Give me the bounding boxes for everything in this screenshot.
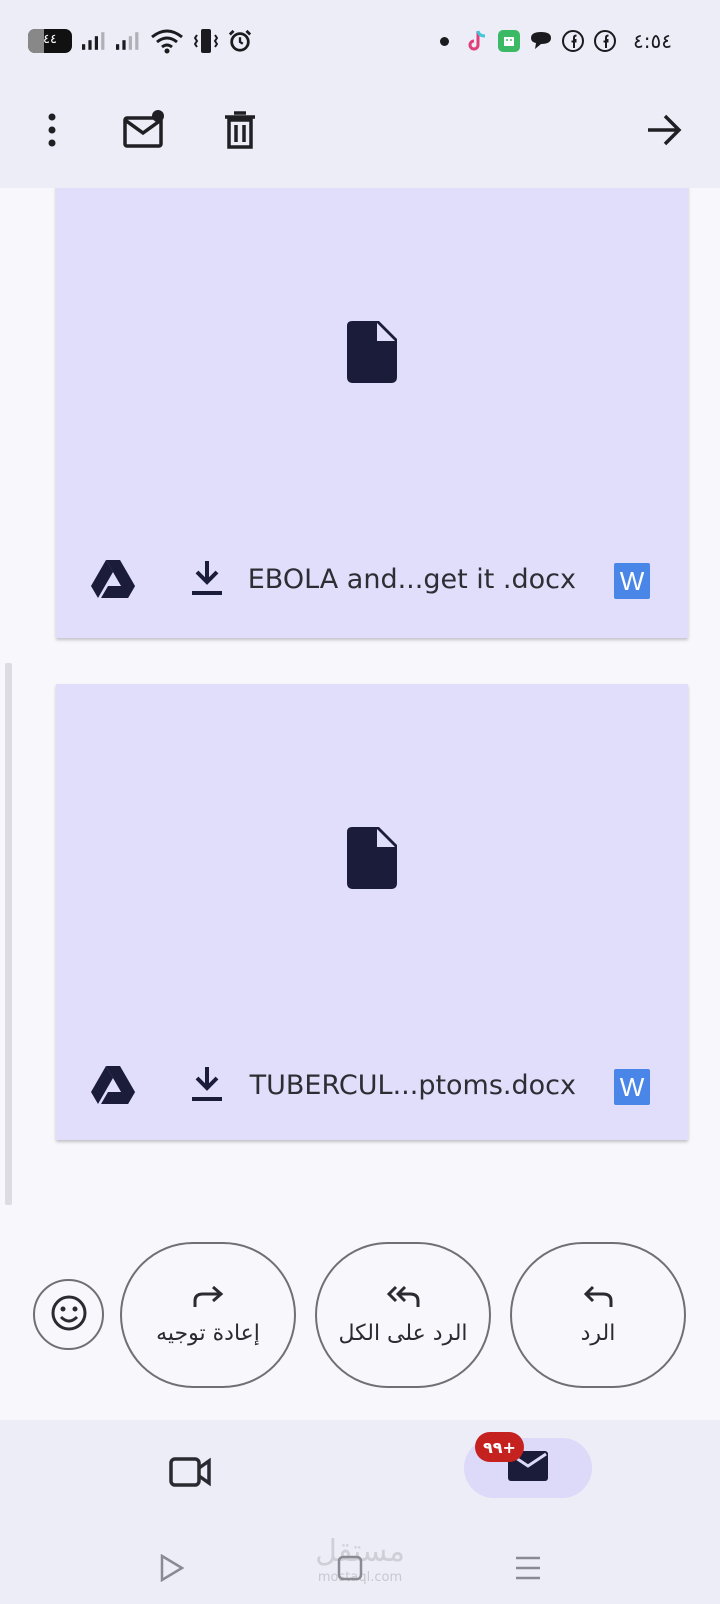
- forward-icon: [192, 1285, 224, 1313]
- delete-icon: [222, 110, 258, 154]
- system-recents-button[interactable]: [508, 1550, 548, 1590]
- drive-icon: [91, 560, 135, 602]
- drive-icon: [91, 1066, 135, 1108]
- shop-icon: [497, 29, 521, 53]
- battery-icon: ٤٤: [28, 29, 72, 53]
- alarm-icon: [228, 29, 252, 53]
- menu-lines-icon: [514, 1555, 542, 1585]
- reply-all-button[interactable]: الرد على الكل: [315, 1242, 491, 1388]
- status-bar: ٤٤ ٤:٥٤: [0, 0, 720, 82]
- emoji-reaction-button[interactable]: [33, 1279, 104, 1350]
- status-left: ٤٤: [28, 24, 252, 58]
- wifi-icon: [150, 29, 184, 54]
- signal-icon: [82, 29, 106, 53]
- file-icon: [347, 321, 397, 383]
- video-camera-icon: [169, 1456, 211, 1492]
- facebook-icon: [593, 29, 617, 53]
- reply-all-label: الرد على الكل: [338, 1320, 468, 1346]
- back-button[interactable]: [632, 100, 696, 164]
- more-options-button[interactable]: [20, 100, 84, 164]
- tiktok-icon: [465, 29, 489, 53]
- reply-label: الرد: [580, 1320, 616, 1346]
- status-right: ٤:٥٤: [440, 24, 672, 58]
- word-file-icon: W: [614, 1069, 650, 1105]
- reply-button[interactable]: الرد: [510, 1242, 686, 1388]
- back-triangle-icon: [159, 1553, 185, 1586]
- word-file-icon: W: [614, 563, 650, 599]
- download-button[interactable]: [182, 1062, 232, 1112]
- chat-icon: [529, 29, 553, 53]
- reply-icon: [582, 1285, 614, 1313]
- nav-meet-tab[interactable]: [166, 1450, 214, 1498]
- attachment-file-name: TUBERCUL...ptoms.docx: [249, 1070, 576, 1101]
- bottom-navigation: ٩٩+ مستقل mostaql.com: [0, 1420, 720, 1604]
- dot-icon: [440, 36, 450, 46]
- scrollbar[interactable]: [5, 663, 12, 1205]
- unread-count-badge: ٩٩+: [475, 1432, 524, 1462]
- attachment-card[interactable]: EBOLA and...get it .docx W: [56, 188, 688, 638]
- system-home-button[interactable]: [330, 1550, 370, 1590]
- attachment-file-name: EBOLA and...get it .docx: [247, 564, 576, 595]
- forward-button[interactable]: إعادة توجيه: [120, 1242, 296, 1388]
- save-to-drive-button[interactable]: [88, 1062, 138, 1112]
- message-content[interactable]: EBOLA and...get it .docx W TUBERCUL...pt…: [0, 188, 720, 1420]
- emoji-icon: [50, 1294, 88, 1336]
- reply-actions: إعادة توجيه الرد على الكل الرد: [0, 1242, 720, 1388]
- mark-unread-icon: [122, 110, 166, 154]
- attachment-card[interactable]: TUBERCUL...ptoms.docx W: [56, 684, 688, 1140]
- more-vert-icon: [46, 112, 58, 152]
- home-square-icon: [337, 1555, 363, 1585]
- facebook-icon: [561, 29, 585, 53]
- battery-level: ٤٤: [43, 32, 57, 47]
- delete-button[interactable]: [208, 100, 272, 164]
- download-icon: [192, 1067, 222, 1107]
- status-time: ٤:٥٤: [633, 29, 672, 53]
- forward-label: إعادة توجيه: [156, 1320, 260, 1346]
- system-back-button[interactable]: [152, 1550, 192, 1590]
- download-button[interactable]: [182, 556, 232, 606]
- reply-all-icon: [385, 1285, 421, 1313]
- download-icon: [192, 561, 222, 601]
- mark-unread-button[interactable]: [112, 100, 176, 164]
- forward-arrow-icon: [645, 113, 683, 151]
- save-to-drive-button[interactable]: [88, 556, 138, 606]
- file-icon: [347, 827, 397, 889]
- vibrate-icon: [194, 29, 218, 53]
- top-toolbar: [0, 82, 720, 188]
- signal-icon: [116, 29, 140, 53]
